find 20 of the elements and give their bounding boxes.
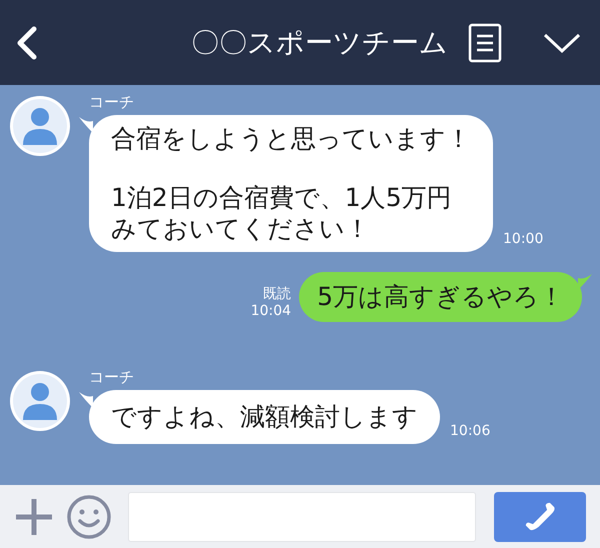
message-time: 10:06: [450, 422, 490, 441]
message-input[interactable]: [128, 492, 476, 542]
message-bubble: 5万は高すぎるやろ！: [299, 272, 582, 322]
sender-name: コーチ: [89, 367, 135, 387]
message-bubble: ですよね、減額検討します: [89, 390, 440, 444]
chat-title: 〇〇スポーツチーム: [191, 24, 448, 60]
menu-icon[interactable]: [468, 22, 502, 62]
message-time: 10:00: [503, 230, 544, 249]
sender-name: コーチ: [89, 92, 135, 112]
bubble-tail: [79, 392, 93, 408]
avatar-icon: [9, 95, 71, 157]
smiley-icon[interactable]: [66, 494, 112, 540]
bubble-tail: [578, 274, 592, 290]
read-receipt: 既読: [263, 286, 292, 303]
plus-icon[interactable]: [14, 496, 54, 536]
message-text: 合宿をしようと思っています！: [111, 123, 471, 154]
message-time: 10:04: [250, 303, 292, 320]
call-button[interactable]: [494, 492, 586, 542]
message-text: 1泊2日の合宿費で、1人5万円みておいてください！: [111, 182, 453, 244]
avatar-icon: [9, 370, 71, 432]
